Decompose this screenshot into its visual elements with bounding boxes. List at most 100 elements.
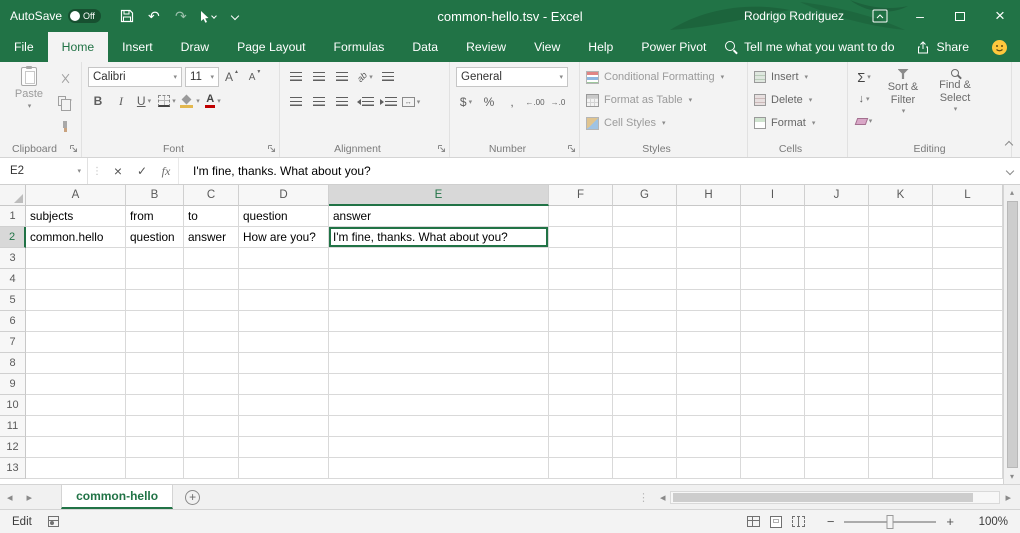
cell-L13[interactable] — [933, 458, 1003, 479]
cell-B6[interactable] — [126, 311, 184, 332]
borders-button[interactable]: ▾ — [157, 91, 177, 111]
cell-B11[interactable] — [126, 416, 184, 437]
cell-F4[interactable] — [549, 269, 613, 290]
comma-style-button[interactable]: , — [502, 92, 522, 112]
cell-E5[interactable] — [329, 290, 549, 311]
cell-F6[interactable] — [549, 311, 613, 332]
cell-E10[interactable] — [329, 395, 549, 416]
underline-button[interactable]: U▾ — [134, 91, 154, 111]
font-color-button[interactable]: A▾ — [203, 91, 223, 111]
column-header-G[interactable]: G — [613, 185, 677, 206]
align-left-button[interactable] — [286, 92, 306, 112]
number-dialog-launcher[interactable] — [567, 144, 577, 154]
increase-font-size-button[interactable]: A▲ — [222, 67, 242, 87]
horizontal-scrollbar[interactable]: ◂ ▸ — [655, 485, 1016, 509]
cell-E6[interactable] — [329, 311, 549, 332]
cell-L7[interactable] — [933, 332, 1003, 353]
scroll-right-button[interactable]: ▸ — [1000, 491, 1016, 504]
row-header-4[interactable]: 4 — [0, 269, 26, 290]
cell-D2[interactable]: How are you? — [239, 227, 329, 248]
undo-button[interactable]: ↶ — [142, 3, 166, 29]
cell-L11[interactable] — [933, 416, 1003, 437]
column-header-C[interactable]: C — [184, 185, 239, 206]
row-header-12[interactable]: 12 — [0, 437, 26, 458]
cell-F8[interactable] — [549, 353, 613, 374]
cell-B7[interactable] — [126, 332, 184, 353]
cell-E1[interactable]: answer — [329, 206, 549, 227]
delete-cells-button[interactable]: Delete▾ — [754, 89, 841, 111]
tab-power-pivot[interactable]: Power Pivot — [627, 32, 720, 62]
cell-A12[interactable] — [26, 437, 126, 458]
cell-D7[interactable] — [239, 332, 329, 353]
cell-G11[interactable] — [613, 416, 677, 437]
cell-H3[interactable] — [677, 248, 741, 269]
cell-L5[interactable] — [933, 290, 1003, 311]
cell-C3[interactable] — [184, 248, 239, 269]
cell-F3[interactable] — [549, 248, 613, 269]
fill-color-button[interactable]: ▾ — [180, 91, 200, 111]
increase-decimal-button[interactable]: ←.00 — [525, 92, 545, 112]
new-sheet-button[interactable] — [185, 490, 200, 505]
minimize-button[interactable]: – — [900, 0, 940, 32]
cell-L6[interactable] — [933, 311, 1003, 332]
cell-K12[interactable] — [869, 437, 933, 458]
cell-K5[interactable] — [869, 290, 933, 311]
number-format-select[interactable]: General▾ — [456, 67, 568, 87]
wrap-text-button[interactable] — [378, 67, 398, 87]
cell-F12[interactable] — [549, 437, 613, 458]
cell-B9[interactable] — [126, 374, 184, 395]
cell-A1[interactable]: subjects — [26, 206, 126, 227]
cell-C7[interactable] — [184, 332, 239, 353]
row-header-13[interactable]: 13 — [0, 458, 26, 479]
cell-A7[interactable] — [26, 332, 126, 353]
cell-B2[interactable]: question — [126, 227, 184, 248]
cell-K7[interactable] — [869, 332, 933, 353]
cell-I9[interactable] — [741, 374, 805, 395]
cell-J13[interactable] — [805, 458, 869, 479]
cell-A13[interactable] — [26, 458, 126, 479]
row-header-1[interactable]: 1 — [0, 206, 26, 227]
tab-scrollbar-splitter[interactable]: ⋮ — [632, 491, 655, 504]
insert-cells-button[interactable]: Insert▾ — [754, 66, 841, 88]
cell-H12[interactable] — [677, 437, 741, 458]
tab-data[interactable]: Data — [398, 32, 452, 62]
increase-indent-button[interactable] — [378, 92, 398, 112]
horizontal-scroll-thumb[interactable] — [673, 493, 973, 502]
row-header-11[interactable]: 11 — [0, 416, 26, 437]
cell-E4[interactable] — [329, 269, 549, 290]
cell-I13[interactable] — [741, 458, 805, 479]
cell-E3[interactable] — [329, 248, 549, 269]
cell-D5[interactable] — [239, 290, 329, 311]
cell-F1[interactable] — [549, 206, 613, 227]
percent-style-button[interactable]: % — [479, 92, 499, 112]
clipboard-dialog-launcher[interactable] — [69, 144, 79, 154]
macro-record-icon[interactable] — [48, 516, 59, 527]
insert-function-button[interactable]: fx — [154, 158, 178, 184]
cell-D11[interactable] — [239, 416, 329, 437]
sheet-nav-left-button[interactable]: ◂ — [0, 485, 20, 509]
scroll-up-button[interactable]: ▴ — [1004, 185, 1020, 200]
fill-button[interactable]: ↓▾ — [854, 89, 874, 109]
row-header-2[interactable]: 2 — [0, 227, 26, 248]
cell-K6[interactable] — [869, 311, 933, 332]
zoom-in-button[interactable]: + — [942, 514, 958, 529]
top-align-button[interactable] — [286, 67, 306, 87]
decrease-decimal-button[interactable]: →.0 — [548, 92, 568, 112]
cell-D13[interactable] — [239, 458, 329, 479]
row-header-6[interactable]: 6 — [0, 311, 26, 332]
cell-L4[interactable] — [933, 269, 1003, 290]
cell-G3[interactable] — [613, 248, 677, 269]
cell-K8[interactable] — [869, 353, 933, 374]
cell-F13[interactable] — [549, 458, 613, 479]
cell-E7[interactable] — [329, 332, 549, 353]
cell-J1[interactable] — [805, 206, 869, 227]
select-all-button[interactable] — [0, 185, 26, 206]
cell-C8[interactable] — [184, 353, 239, 374]
cell-J2[interactable] — [805, 227, 869, 248]
cell-L1[interactable] — [933, 206, 1003, 227]
row-header-5[interactable]: 5 — [0, 290, 26, 311]
ribbon-display-options-button[interactable] — [860, 0, 900, 32]
cell-K9[interactable] — [869, 374, 933, 395]
cell-C9[interactable] — [184, 374, 239, 395]
font-size-select[interactable]: 11▾ — [185, 67, 219, 87]
